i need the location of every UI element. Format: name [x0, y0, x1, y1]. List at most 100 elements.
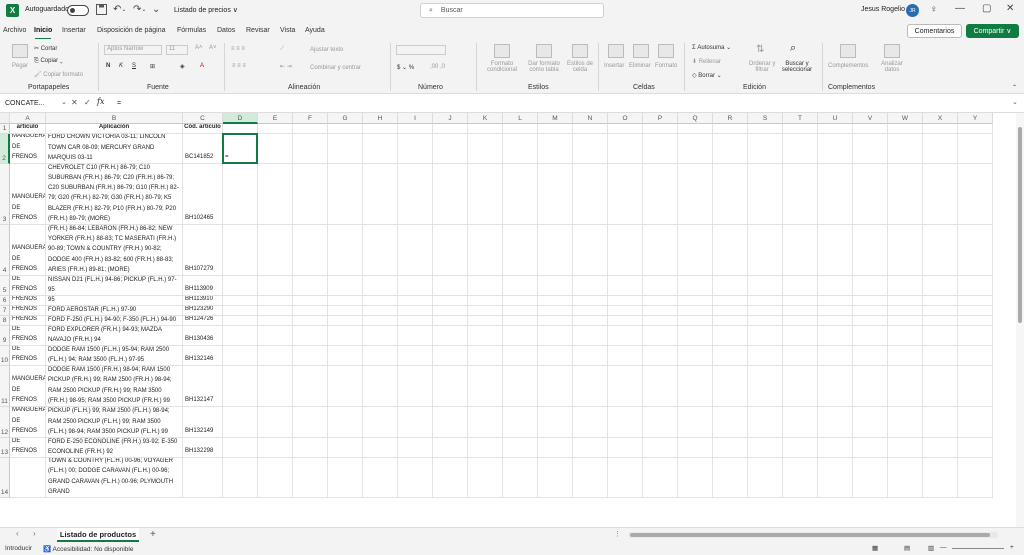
empty-cell[interactable]: [328, 124, 363, 134]
insert-cells-button[interactable]: Insertar: [604, 63, 624, 69]
empty-cell[interactable]: [573, 296, 608, 306]
empty-cell[interactable]: [503, 458, 538, 498]
empty-cell[interactable]: [853, 296, 888, 306]
insert-cells-icon[interactable]: [608, 44, 624, 58]
empty-cell[interactable]: [678, 407, 713, 438]
item-code-cell[interactable]: BC141852: [183, 134, 223, 164]
empty-cell[interactable]: [398, 316, 433, 326]
empty-cell[interactable]: [888, 296, 923, 306]
empty-cell[interactable]: [293, 316, 328, 326]
col-header-n[interactable]: N: [573, 113, 608, 124]
empty-cell[interactable]: [328, 326, 363, 346]
empty-cell[interactable]: [643, 316, 678, 326]
empty-cell[interactable]: [503, 366, 538, 407]
empty-cell[interactable]: [608, 326, 643, 346]
insert-function-icon[interactable]: fx: [97, 97, 104, 106]
row-header[interactable]: 3: [0, 164, 10, 225]
font-size-select[interactable]: 11: [166, 45, 188, 55]
empty-cell[interactable]: [853, 124, 888, 134]
empty-cell[interactable]: [888, 225, 923, 276]
empty-cell[interactable]: [818, 438, 853, 458]
customize-qat-icon[interactable]: ⌄: [152, 4, 160, 15]
add-sheet-button[interactable]: +: [150, 529, 156, 540]
empty-cell[interactable]: [853, 458, 888, 498]
cancel-icon[interactable]: ✕: [71, 98, 78, 107]
analyze-data-icon[interactable]: [884, 44, 900, 58]
empty-cell[interactable]: [258, 296, 293, 306]
format-cells-icon[interactable]: [658, 44, 674, 58]
row-header[interactable]: 8: [0, 316, 10, 326]
empty-cell[interactable]: [818, 164, 853, 225]
empty-cell[interactable]: [643, 225, 678, 276]
col-header-c[interactable]: C: [183, 113, 223, 124]
item-name-cell[interactable]: MANGUERA DE FRENOS: [10, 316, 46, 326]
empty-cell[interactable]: [923, 306, 958, 316]
item-code-cell[interactable]: BH132149: [183, 407, 223, 438]
format-painter-button[interactable]: 🖌 Copiar formato: [34, 71, 83, 78]
col-header-u[interactable]: U: [818, 113, 853, 124]
select-all-corner[interactable]: [0, 113, 10, 124]
row-header[interactable]: 11: [0, 366, 10, 407]
empty-cell[interactable]: [398, 407, 433, 438]
empty-cell[interactable]: [678, 134, 713, 164]
empty-cell[interactable]: [503, 225, 538, 276]
empty-cell[interactable]: [573, 134, 608, 164]
empty-cell[interactable]: [258, 306, 293, 316]
empty-cell[interactable]: [398, 124, 433, 134]
empty-cell[interactable]: [573, 225, 608, 276]
empty-cell[interactable]: [538, 326, 573, 346]
empty-cell[interactable]: [678, 326, 713, 346]
empty-cell[interactable]: [468, 326, 503, 346]
col-header-p[interactable]: P: [643, 113, 678, 124]
empty-cell[interactable]: [258, 366, 293, 407]
empty-cell[interactable]: [328, 296, 363, 306]
application-cell[interactable]: CHEVROLET C10 (FR.H.) 86-79; C10 SUBURBA…: [46, 164, 183, 225]
col-header-v[interactable]: V: [853, 113, 888, 124]
empty-cell[interactable]: [258, 134, 293, 164]
empty-cell[interactable]: [783, 458, 818, 498]
next-sheet-icon[interactable]: ›: [33, 529, 36, 538]
empty-cell[interactable]: [433, 438, 468, 458]
empty-cell[interactable]: [328, 366, 363, 407]
empty-cell[interactable]: [468, 134, 503, 164]
empty-cell[interactable]: [608, 366, 643, 407]
empty-cell[interactable]: [678, 366, 713, 407]
empty-cell[interactable]: [818, 276, 853, 296]
empty-cell[interactable]: [608, 134, 643, 164]
empty-cell[interactable]: [713, 326, 748, 346]
search-box[interactable]: ⌕ Buscar: [420, 3, 604, 18]
tab-ayuda[interactable]: Ayuda: [305, 27, 325, 34]
empty-cell[interactable]: [433, 366, 468, 407]
item-name-cell[interactable]: [10, 458, 46, 498]
empty-cell[interactable]: [363, 164, 398, 225]
vertical-scrollbar[interactable]: [1016, 113, 1024, 527]
decimal-icon[interactable]: ,00 ,0: [430, 64, 445, 70]
empty-cell[interactable]: [468, 225, 503, 276]
empty-cell[interactable]: [818, 326, 853, 346]
font-color-icon[interactable]: A: [200, 63, 204, 69]
col-header-h[interactable]: H: [363, 113, 398, 124]
empty-cell[interactable]: [293, 276, 328, 296]
empty-cell[interactable]: [888, 316, 923, 326]
empty-cell[interactable]: [293, 134, 328, 164]
formula-input[interactable]: =: [113, 97, 993, 110]
empty-cell[interactable]: [678, 458, 713, 498]
empty-cell[interactable]: [433, 306, 468, 316]
application-cell[interactable]: DODGE RAM 1500 (FL.H.) 98-94; RAM 1500 P…: [46, 407, 183, 438]
empty-cell[interactable]: [363, 124, 398, 134]
empty-cell[interactable]: [643, 438, 678, 458]
empty-cell[interactable]: [888, 306, 923, 316]
save-icon[interactable]: [96, 4, 107, 15]
col-header-f[interactable]: F: [293, 113, 328, 124]
empty-cell[interactable]: [608, 458, 643, 498]
active-entry-cell[interactable]: [223, 458, 258, 498]
maximize-button[interactable]: ▢: [982, 3, 991, 14]
empty-cell[interactable]: [468, 124, 503, 134]
empty-cell[interactable]: [783, 326, 818, 346]
align-top-icon[interactable]: ≡ ≡ ≡: [231, 46, 245, 52]
empty-cell[interactable]: [783, 134, 818, 164]
paste-icon[interactable]: [12, 44, 28, 58]
empty-cell[interactable]: [328, 407, 363, 438]
active-entry-cell[interactable]: [223, 276, 258, 296]
empty-cell[interactable]: [538, 366, 573, 407]
